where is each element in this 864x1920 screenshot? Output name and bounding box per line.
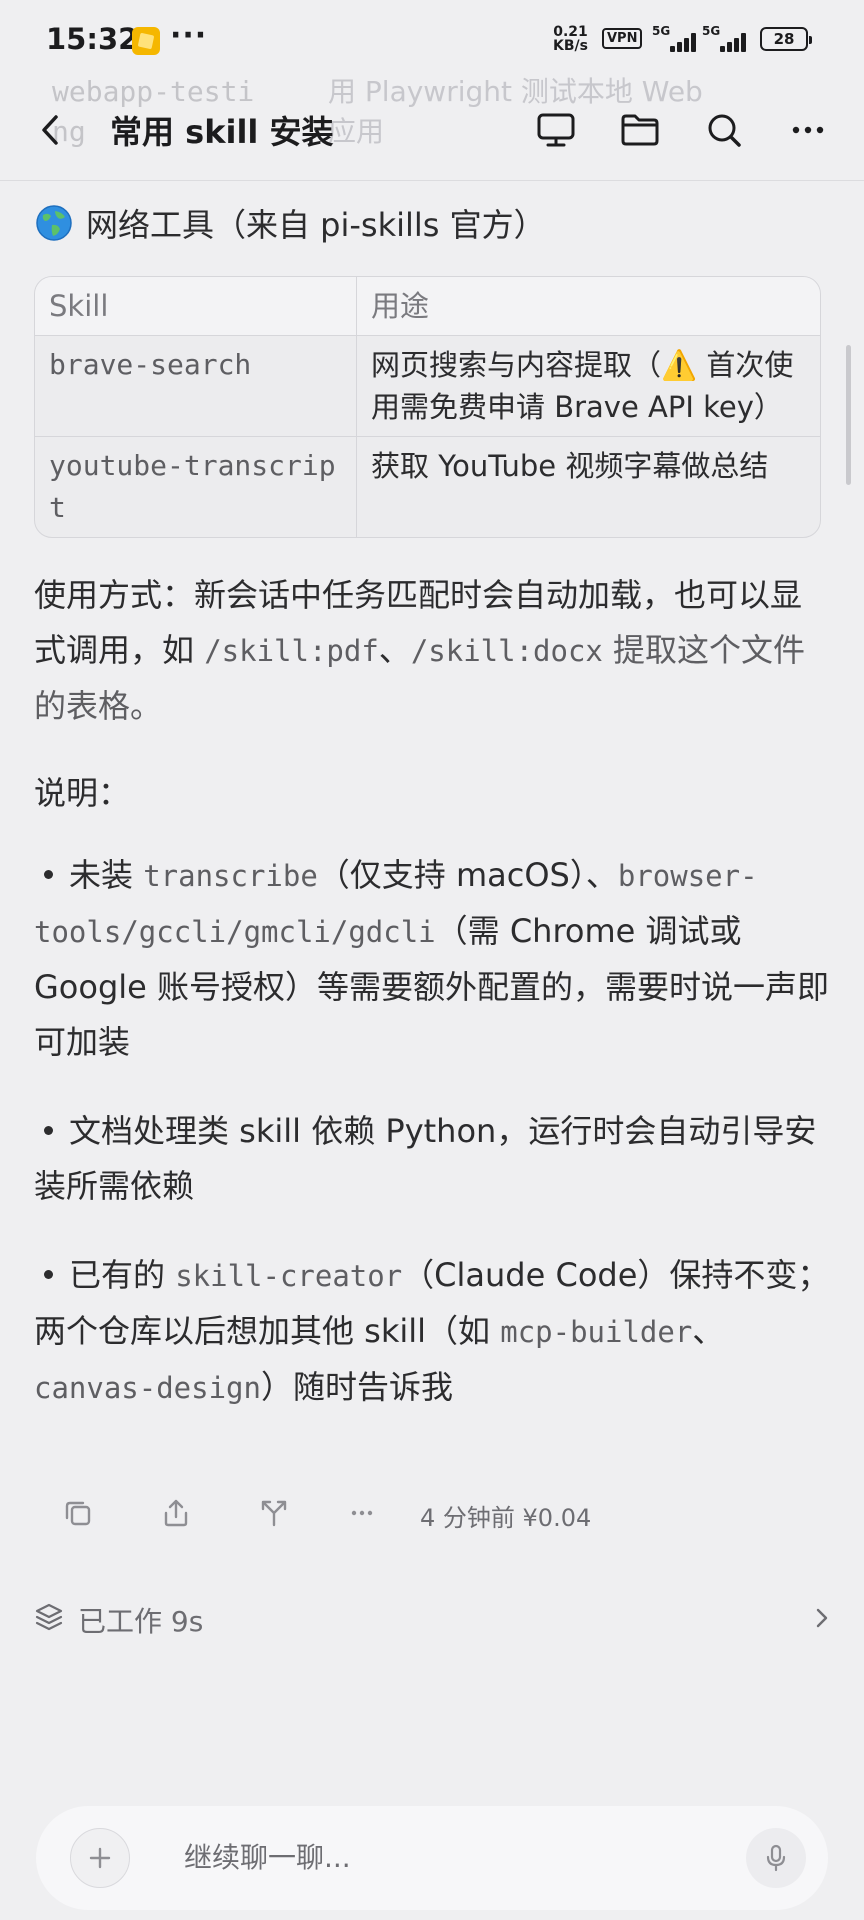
- section-heading: 网络工具（来自 pi-skills 官方）: [34, 198, 830, 248]
- fork-icon: [261, 1500, 287, 1527]
- search-icon: [708, 114, 741, 147]
- list-item-text: 文档处理类 skill 依赖 Python，运行时会自动引导安装所需依赖: [34, 1112, 817, 1205]
- inline-code: gmcli: [243, 915, 331, 949]
- net-speed: 0.21 KB/s: [553, 25, 588, 53]
- inline-code: gdcli: [348, 915, 436, 949]
- back-arrow-icon: [42, 115, 58, 145]
- message-meta: 4 分钟前 ¥0.04: [420, 1504, 592, 1532]
- scrollbar[interactable]: [846, 345, 851, 485]
- status-time: 15:32: [46, 22, 139, 56]
- work-summary-row[interactable]: 已工作 9s: [34, 1596, 830, 1642]
- list-item-text: 未装: [69, 856, 144, 894]
- signal-1-icon: 5G: [652, 24, 704, 52]
- status-more-indicator: ···: [170, 18, 208, 53]
- page-title: 常用 skill 安装: [110, 113, 334, 151]
- top-app-bar: 常用 skill 安装: [0, 90, 864, 170]
- list-item-text: （仅支持 macOS）、: [317, 856, 618, 894]
- usage-sep: 、: [378, 631, 411, 669]
- inline-code: mcp-builder: [500, 1315, 693, 1349]
- signal-2-icon: 5G: [702, 24, 754, 52]
- section-heading-text: 网络工具（来自 pi-skills 官方）: [86, 206, 546, 244]
- bullet-dot: [44, 1269, 53, 1279]
- work-duration: 已工作 9s: [78, 1605, 204, 1638]
- inline-code: canvas-design: [34, 1371, 261, 1405]
- header-divider: [0, 180, 864, 181]
- more-actions-button[interactable]: [342, 1490, 382, 1536]
- inline-code: transcribe: [143, 859, 318, 893]
- inline-code: /: [330, 915, 349, 949]
- voice-input-button[interactable]: [746, 1828, 806, 1888]
- chevron-right-icon: [816, 1608, 828, 1628]
- skill-use-cell: 网页搜索与内容提取（⚠️ 首次使用需免费申请 Brave API key）: [357, 336, 820, 437]
- table-row: brave-search 网页搜索与内容提取（⚠️ 首次使用需免费申请 Brav…: [35, 336, 820, 437]
- list-item-text: 已有的: [69, 1256, 176, 1294]
- inline-code: gccli: [138, 915, 227, 949]
- plus-icon: [89, 1847, 111, 1869]
- copy-icon: [65, 1501, 91, 1526]
- more-button[interactable]: [784, 106, 832, 154]
- status-bar: 15:32 ··· 0.21 KB/s VPN 5G 5G 28: [0, 0, 864, 78]
- monitor-button[interactable]: [532, 106, 580, 154]
- folder-button[interactable]: [616, 106, 664, 154]
- table-header-use: 用途: [357, 277, 820, 336]
- table-header-skill: Skill: [35, 277, 357, 336]
- more-icon: [792, 126, 824, 134]
- chat-input-bar: 继续聊一聊...: [36, 1806, 828, 1910]
- inline-code: /skill:docx: [410, 634, 603, 668]
- inline-code: /skill:pdf: [204, 634, 379, 668]
- copy-button[interactable]: [58, 1490, 98, 1536]
- skill-use-cell: 获取 YouTube 视频字幕做总结: [371, 449, 769, 483]
- search-button[interactable]: [700, 106, 748, 154]
- bullet-dot: [44, 1125, 53, 1135]
- net-speed-value: 0.21: [553, 24, 588, 40]
- skills-table: Skill 用途 brave-search 网页搜索与内容提取（⚠️ 首次使用需…: [34, 276, 821, 538]
- chat-input-field[interactable]: 继续聊一聊...: [184, 1836, 351, 1876]
- globe-icon: [36, 205, 72, 241]
- skill-name-cell: brave-search: [35, 336, 357, 437]
- notes-heading: 说明：: [34, 774, 131, 812]
- inline-code: /: [121, 915, 139, 949]
- back-button[interactable]: [30, 108, 70, 152]
- list-item: 未装 transcribe（仅支持 macOS）、browser-tools/g…: [34, 848, 830, 1070]
- bullet-dot: [44, 869, 53, 879]
- notification-app-icon: [132, 27, 160, 55]
- monitor-icon: [537, 113, 575, 147]
- battery-indicator: 28: [760, 27, 812, 51]
- vpn-badge: VPN: [602, 28, 643, 49]
- table-header-row: Skill 用途: [35, 277, 820, 336]
- mic-icon: [766, 1844, 786, 1872]
- list-item: 文档处理类 skill 依赖 Python，运行时会自动引导安装所需依赖: [34, 1104, 830, 1214]
- share-button[interactable]: [156, 1490, 196, 1536]
- message-content: 网络工具（来自 pi-skills 官方） Skill 用途 brave-sea…: [34, 198, 830, 1416]
- list-item: 已有的 skill-creator（Claude Code）保持不变；两个仓库以…: [34, 1248, 830, 1416]
- layers-icon: [35, 1603, 63, 1631]
- list-item-text: 、: [692, 1312, 725, 1350]
- inline-code: /: [226, 915, 244, 949]
- list-item-text: ）随时告诉我: [260, 1368, 453, 1406]
- net-speed-unit: KB/s: [553, 38, 588, 54]
- folder-icon: [621, 114, 659, 146]
- add-attachment-button[interactable]: [70, 1828, 130, 1888]
- table-row: youtube-transcript 获取 YouTube 视频字幕做总结: [35, 437, 820, 537]
- message-actions: 4 分钟前 ¥0.04: [58, 1490, 658, 1536]
- more-dots-icon: [351, 1510, 373, 1516]
- usage-paragraph: 使用方式：新会话中任务匹配时会自动加载，也可以显式调用，如 /skill:pdf…: [34, 568, 830, 734]
- fork-button[interactable]: [254, 1490, 294, 1536]
- share-icon: [164, 1499, 188, 1527]
- skill-name-cell: youtube-transcript: [35, 437, 357, 537]
- inline-code: skill-creator: [175, 1259, 403, 1293]
